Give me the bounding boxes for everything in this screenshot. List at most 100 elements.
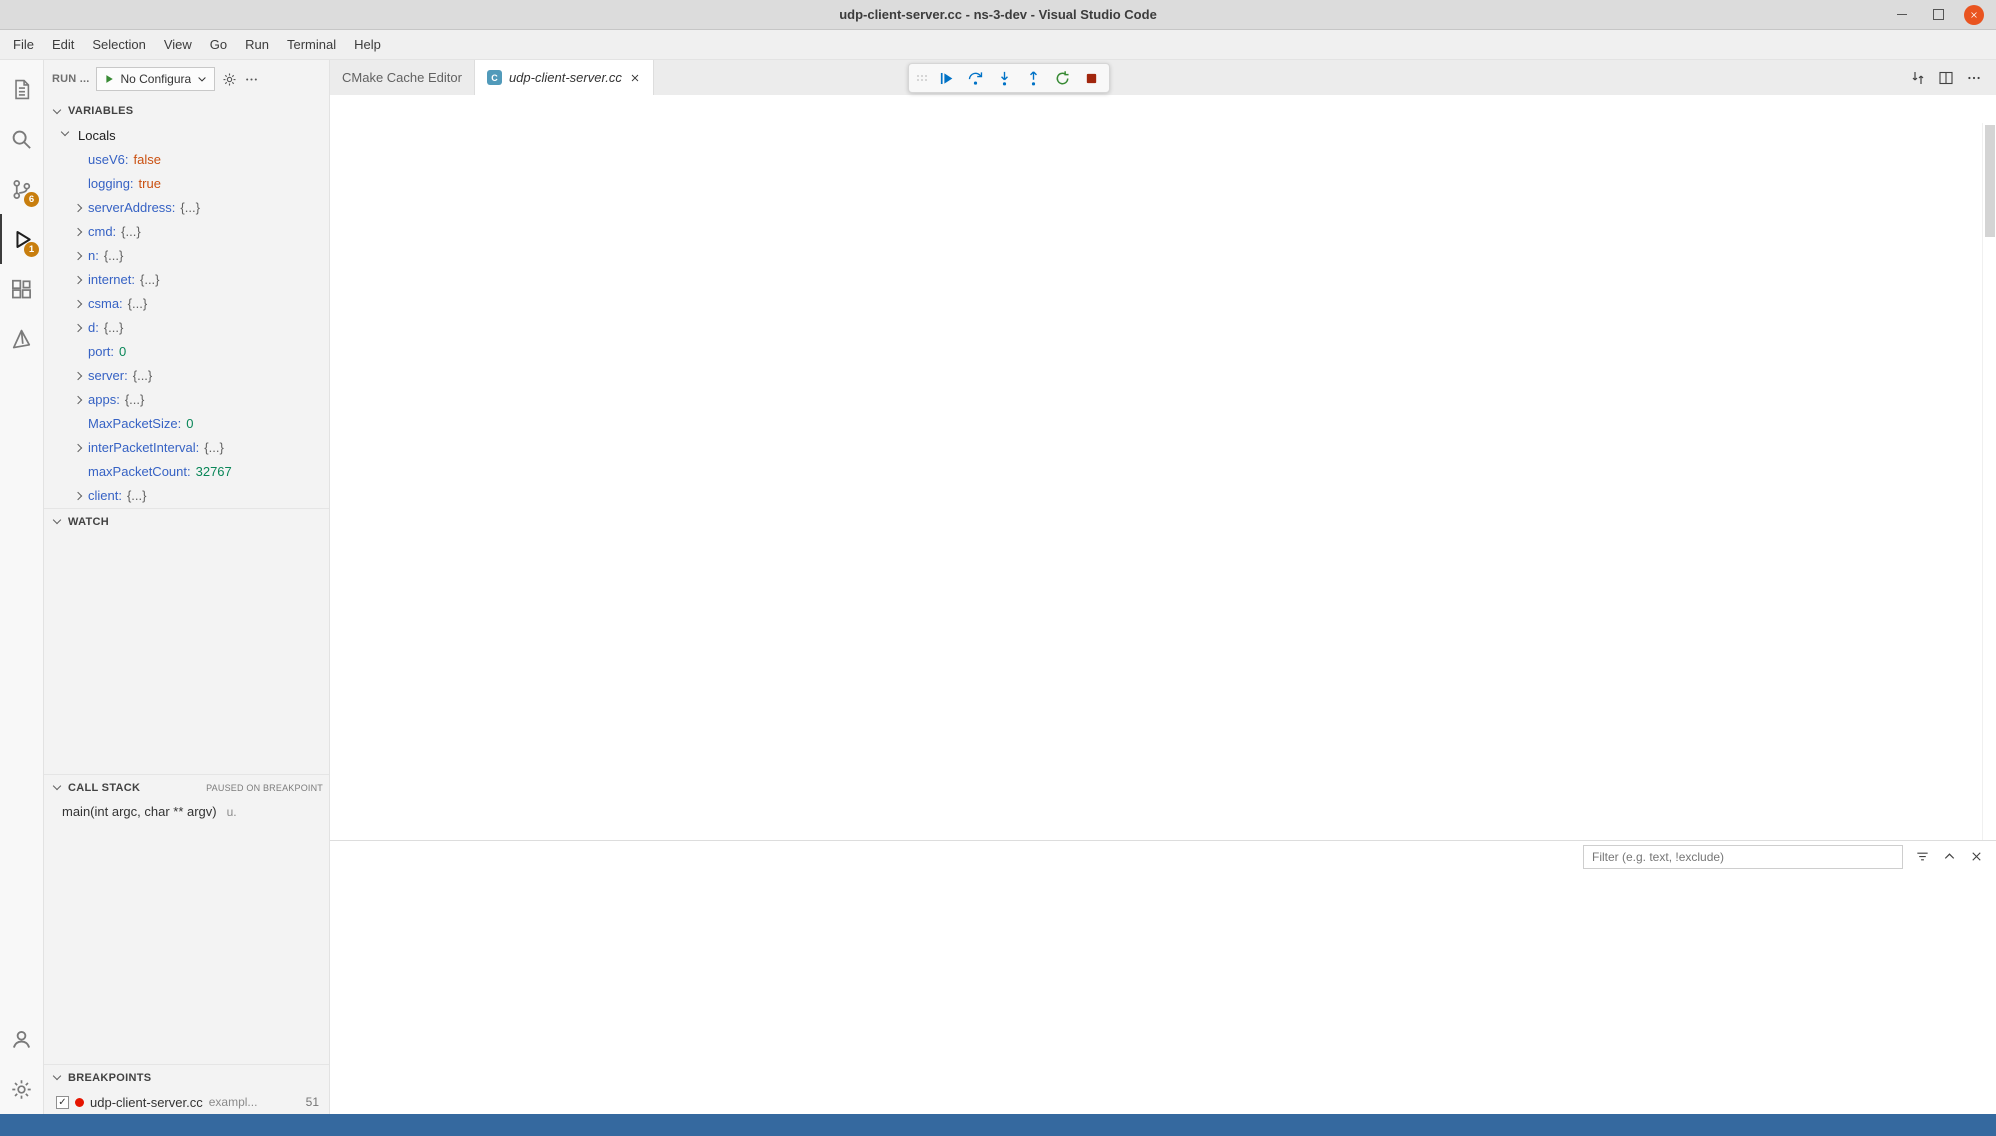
variable-value: {...}: [104, 320, 124, 335]
variable-row[interactable]: server:{...}: [44, 364, 329, 388]
variable-row[interactable]: logging:true: [44, 172, 329, 196]
menu-terminal[interactable]: Terminal: [278, 30, 345, 59]
activity-settings[interactable]: [0, 1064, 43, 1114]
extensions-icon: [10, 278, 33, 301]
variable-row[interactable]: client:{...}: [44, 484, 329, 508]
minimize-icon[interactable]: [1892, 5, 1912, 25]
variable-name: cmd:: [88, 224, 116, 239]
maximize-panel-icon[interactable]: [1942, 849, 1957, 864]
menu-help[interactable]: Help: [345, 30, 390, 59]
expand-chevron-icon[interactable]: [74, 372, 82, 380]
menu-edit[interactable]: Edit: [43, 30, 83, 59]
variable-row[interactable]: interPacketInterval:{...}: [44, 436, 329, 460]
expand-chevron-icon[interactable]: [74, 300, 82, 308]
split-editor-icon: [1938, 70, 1954, 86]
stack-frame-label: main(int argc, char ** argv): [62, 804, 217, 819]
editor-actions: [1910, 60, 1996, 95]
maximize-icon[interactable]: [1928, 5, 1948, 25]
expand-chevron-icon[interactable]: [74, 228, 82, 236]
breakpoints-section-header[interactable]: BREAKPOINTS: [44, 1064, 329, 1090]
menu-run[interactable]: Run: [236, 30, 278, 59]
expand-chevron-icon[interactable]: [74, 492, 82, 500]
restart-icon: [1054, 70, 1071, 87]
debug-config-dropdown[interactable]: No Configura: [96, 67, 215, 91]
variable-row[interactable]: maxPacketCount:32767: [44, 460, 329, 484]
step-over-button[interactable]: [962, 65, 988, 91]
step-out-button[interactable]: [1020, 65, 1046, 91]
variable-value: {...}: [204, 440, 224, 455]
menu-go[interactable]: Go: [201, 30, 236, 59]
gripper-icon[interactable]: [914, 70, 930, 86]
activity-account[interactable]: [0, 1014, 43, 1064]
expand-chevron-icon[interactable]: [74, 252, 82, 260]
tab-cmake-cache-editor[interactable]: CMake Cache Editor: [330, 60, 475, 95]
explorer-icon: [10, 78, 33, 101]
debug-console[interactable]: [330, 872, 1996, 1114]
variables-section-header[interactable]: VARIABLES: [44, 98, 329, 124]
chevron-down-icon: [53, 782, 61, 790]
variable-name: useV6:: [88, 152, 128, 167]
activity-run-debug[interactable]: 1: [0, 214, 43, 264]
more-actions-icon[interactable]: [244, 72, 259, 87]
console-filter-input[interactable]: [1583, 845, 1903, 869]
stack-frame[interactable]: main(int argc, char ** argv)u.: [44, 800, 329, 824]
gear-icon[interactable]: [222, 72, 237, 87]
expand-chevron-icon[interactable]: [74, 444, 82, 452]
panel-tab-bar: [330, 841, 1996, 872]
chevron-down-icon: [196, 73, 208, 85]
menu-view[interactable]: View: [155, 30, 201, 59]
variable-name: csma:: [88, 296, 123, 311]
breakpoints-section-title: BREAKPOINTS: [68, 1072, 151, 1084]
activity-search[interactable]: [0, 114, 43, 164]
close-icon[interactable]: [1964, 5, 1984, 25]
close-panel-icon[interactable]: [1969, 849, 1984, 864]
variable-value: true: [139, 176, 161, 191]
variable-row[interactable]: useV6:false: [44, 148, 329, 172]
stop-button[interactable]: [1078, 65, 1104, 91]
variable-row[interactable]: cmd:{...}: [44, 220, 329, 244]
breakpoint-checkbox[interactable]: [56, 1096, 69, 1109]
menu-file[interactable]: File: [4, 30, 43, 59]
expand-chevron-icon[interactable]: [74, 324, 82, 332]
variable-row[interactable]: MaxPacketSize:0: [44, 412, 329, 436]
variable-row[interactable]: internet:{...}: [44, 268, 329, 292]
filter-icon[interactable]: [1915, 849, 1930, 864]
start-debug-icon[interactable]: [103, 73, 115, 85]
chevron-down-icon[interactable]: [61, 128, 69, 136]
activity-cmake[interactable]: [0, 314, 43, 364]
bottom-panel: [330, 840, 1996, 1114]
expand-chevron-icon[interactable]: [74, 204, 82, 212]
scrollbar-thumb[interactable]: [1985, 125, 1995, 237]
breakpoint-row[interactable]: udp-client-server.ccexampl...51: [44, 1090, 329, 1114]
variable-row[interactable]: d:{...}: [44, 316, 329, 340]
expand-chevron-icon[interactable]: [74, 276, 82, 284]
call-stack-section-header[interactable]: CALL STACK PAUSED ON BREAKPOINT: [44, 774, 329, 800]
variable-row[interactable]: csma:{...}: [44, 292, 329, 316]
run-view-header: RUN ... No Configura: [44, 60, 329, 98]
variable-name: server:: [88, 368, 128, 383]
tab-udp-client-server-cc[interactable]: Cudp-client-server.cc: [475, 60, 654, 95]
close-tab-icon[interactable]: [629, 72, 641, 84]
continue-button[interactable]: [933, 65, 959, 91]
variable-row[interactable]: port:0: [44, 340, 329, 364]
variable-value: {...}: [127, 488, 147, 503]
variable-row[interactable]: serverAddress:{...}: [44, 196, 329, 220]
tab-label: udp-client-server.cc: [509, 70, 622, 85]
menu-selection[interactable]: Selection: [83, 30, 154, 59]
activity-extensions[interactable]: [0, 264, 43, 314]
variable-row[interactable]: apps:{...}: [44, 388, 329, 412]
title-bar: udp-client-server.cc - ns-3-dev - Visual…: [0, 0, 1996, 30]
watch-section-header[interactable]: WATCH: [44, 508, 329, 534]
minimap[interactable]: [1900, 123, 1982, 840]
expand-chevron-icon[interactable]: [74, 396, 82, 404]
variables-scope-row[interactable]: Locals: [44, 124, 329, 148]
restart-button[interactable]: [1049, 65, 1075, 91]
chevron-down-icon: [53, 1072, 61, 1080]
step-into-button[interactable]: [991, 65, 1017, 91]
activity-source-control[interactable]: 6: [0, 164, 43, 214]
chevron-down-icon: [53, 516, 61, 524]
run-debug-sidebar: RUN ... No Configura VARIABLES Localsuse…: [44, 60, 330, 1114]
variable-row[interactable]: n:{...}: [44, 244, 329, 268]
activity-explorer[interactable]: [0, 64, 43, 114]
editor-scrollbar[interactable]: [1982, 123, 1996, 840]
